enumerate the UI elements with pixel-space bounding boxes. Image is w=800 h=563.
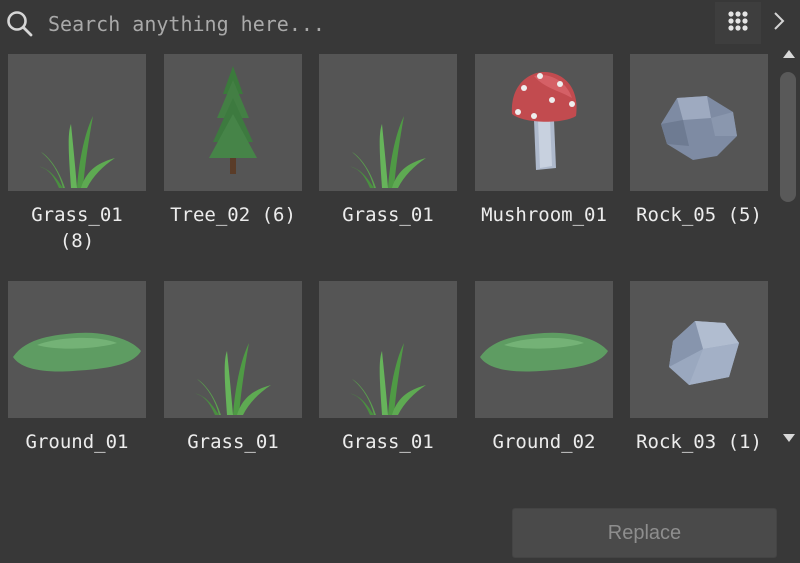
asset-label: Ground_02	[492, 431, 596, 453]
scroll-up-arrow-icon[interactable]	[783, 50, 795, 58]
asset-label: Rock_05 (5)	[636, 204, 762, 226]
ground-model-icon	[480, 332, 608, 372]
asset-label: Mushroom_01	[481, 204, 607, 226]
asset-thumbnail[interactable]	[319, 281, 457, 418]
scroll-down-arrow-icon[interactable]	[783, 434, 795, 442]
rock-model-icon	[669, 321, 739, 385]
asset-label: Tree_02 (6)	[170, 204, 296, 226]
asset-grid: Grass_01 (8) Tree_02 (6) Grass_01 Mushro…	[0, 0, 780, 480]
asset-thumbnail[interactable]	[630, 281, 768, 418]
ground-model-icon	[13, 332, 141, 372]
asset-thumbnail[interactable]	[8, 281, 146, 418]
grass-model-icon	[348, 343, 426, 415]
asset-thumbnail[interactable]	[475, 54, 613, 191]
asset-thumbnail[interactable]	[630, 54, 768, 191]
asset-thumbnail[interactable]	[164, 54, 302, 191]
asset-thumbnail[interactable]	[475, 281, 613, 418]
replace-button[interactable]: Replace	[512, 508, 777, 558]
rock-model-icon	[661, 96, 737, 160]
mushroom-model-icon	[511, 72, 577, 170]
asset-thumbnail[interactable]	[164, 281, 302, 418]
asset-label: Grass_01	[342, 431, 434, 453]
grass-model-icon	[37, 116, 115, 188]
scrollbar-thumb[interactable]	[780, 72, 796, 202]
grass-model-icon	[193, 343, 271, 415]
tree-model-icon	[209, 66, 257, 174]
asset-label: Grass_01 (8)	[31, 204, 123, 252]
vertical-scrollbar[interactable]	[778, 46, 800, 456]
asset-thumbnail[interactable]	[8, 54, 146, 191]
asset-thumbnail[interactable]	[319, 54, 457, 191]
asset-label: Rock_03 (1)	[636, 431, 762, 453]
asset-label: Ground_01	[25, 431, 129, 453]
asset-label: Grass_01	[342, 204, 434, 226]
grass-model-icon	[348, 116, 426, 188]
asset-label: Grass_01	[187, 431, 279, 453]
